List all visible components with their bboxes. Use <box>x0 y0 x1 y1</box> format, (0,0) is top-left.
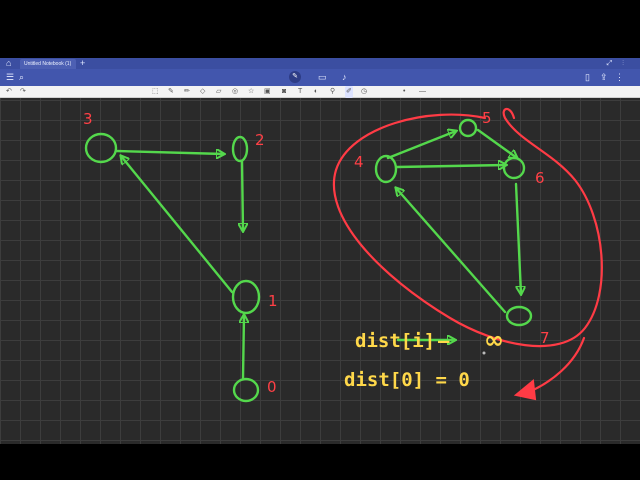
node-2 <box>231 135 249 163</box>
highlighter-icon[interactable]: ▱ <box>216 86 221 98</box>
node-label-5: 5 <box>482 109 492 127</box>
edge-4-6 <box>395 165 506 167</box>
star-icon[interactable]: ☆ <box>248 86 254 98</box>
tab-notebook[interactable]: Untitled Notebook (1) ▾ <box>20 59 76 77</box>
search-icon[interactable]: ⌕ <box>19 71 24 84</box>
page-icon[interactable]: ▯ <box>585 71 590 84</box>
window-controls[interactable]: ⤢⋮ <box>607 58 634 69</box>
edge-4-5 <box>386 131 456 160</box>
node-7 <box>505 305 533 327</box>
sidebar-icon[interactable]: ☰ <box>6 71 14 84</box>
eraser-icon[interactable]: ◇ <box>200 86 205 98</box>
note-dist-i: dist[i] <box>355 330 435 352</box>
home-icon[interactable]: ⌂ <box>6 58 11 69</box>
node-1 <box>231 279 261 315</box>
sticker-icon[interactable]: ◐ <box>314 86 318 98</box>
cursor-dot <box>482 351 486 355</box>
dot-color-icon[interactable]: • <box>403 86 405 98</box>
note-canvas[interactable]: 3 2 1 0 4 5 6 7 dist[i] — ∞ dist[0] = 0 <box>0 98 640 444</box>
image-icon[interactable]: ▣ <box>264 86 271 98</box>
more-icon[interactable]: ⋮ <box>615 71 624 84</box>
node-label-3: 3 <box>83 110 93 128</box>
red-arrowhead <box>513 379 537 401</box>
text-icon[interactable]: T <box>298 86 302 98</box>
tool-bar: ↶ ↷ ⬚ ✎ ✏ ◇ ▱ ◎ ☆ ▣ ◙ T ◐ ⚲ ✐ ◷ • — <box>0 86 640 98</box>
add-tab-icon[interactable]: + <box>80 58 85 69</box>
edge-5-6 <box>476 128 517 158</box>
node-label-1: 1 <box>268 292 278 310</box>
edge-6-7 <box>514 182 521 294</box>
note-infinity: ∞ <box>484 326 504 354</box>
tab-label: Untitled Notebook (1) <box>24 61 72 67</box>
node-4 <box>374 154 398 184</box>
redo-icon[interactable]: ↷ <box>20 86 26 98</box>
shapes-icon[interactable]: ◎ <box>232 86 238 98</box>
edge-3-2 <box>114 151 224 154</box>
title-bar: ⌂ Untitled Notebook (1) ▾ + ⤢⋮ <box>0 58 640 77</box>
notebook-app: ⌂ Untitled Notebook (1) ▾ + ⤢⋮ ☰ ⌕ ✎ ▭ ♪… <box>0 48 640 444</box>
camera-icon[interactable]: ◙ <box>282 86 286 98</box>
node-0 <box>232 377 260 403</box>
share-icon[interactable]: ⇪ <box>600 71 608 84</box>
red-enclosure <box>332 107 603 348</box>
edge-1-3 <box>121 156 234 294</box>
undo-icon[interactable]: ↶ <box>6 86 12 98</box>
node-6 <box>502 156 526 180</box>
edge-2-1 <box>242 159 243 231</box>
node-3 <box>84 132 118 164</box>
node-5 <box>458 118 478 138</box>
node-label-2: 2 <box>255 131 265 149</box>
node-label-7: 7 <box>540 329 550 347</box>
mic-icon[interactable]: ♪ <box>342 71 347 84</box>
keyboard-icon[interactable]: ▭ <box>318 71 327 84</box>
pen-icon[interactable]: ✎ <box>168 86 174 98</box>
timer-icon[interactable]: ◷ <box>361 86 367 98</box>
pencil-icon[interactable]: ✏ <box>184 86 190 98</box>
ink-layer: 3 2 1 0 4 5 6 7 dist[i] — ∞ dist[0] = 0 <box>83 107 603 403</box>
note-arrow-text: — <box>438 330 450 352</box>
note-dist-0: dist[0] = 0 <box>344 369 470 391</box>
node-label-6: 6 <box>535 169 545 187</box>
letterbox-top <box>0 0 640 48</box>
edge-0-1 <box>243 315 244 380</box>
stroke-width-icon[interactable]: — <box>419 86 426 98</box>
node-label-4: 4 <box>354 153 364 171</box>
node-label-0: 0 <box>267 378 277 396</box>
letterbox-bottom <box>0 444 640 480</box>
lasso-icon[interactable]: ⬚ <box>152 86 159 98</box>
pen-mode-icon[interactable]: ✎ <box>289 71 301 83</box>
link-icon[interactable]: ⚲ <box>330 86 335 98</box>
laser-pointer-icon[interactable]: ✐ <box>345 86 353 98</box>
ribbon: ☰ ⌕ ✎ ▭ ♪ ▯ ⇪ ⋮ <box>0 69 640 86</box>
